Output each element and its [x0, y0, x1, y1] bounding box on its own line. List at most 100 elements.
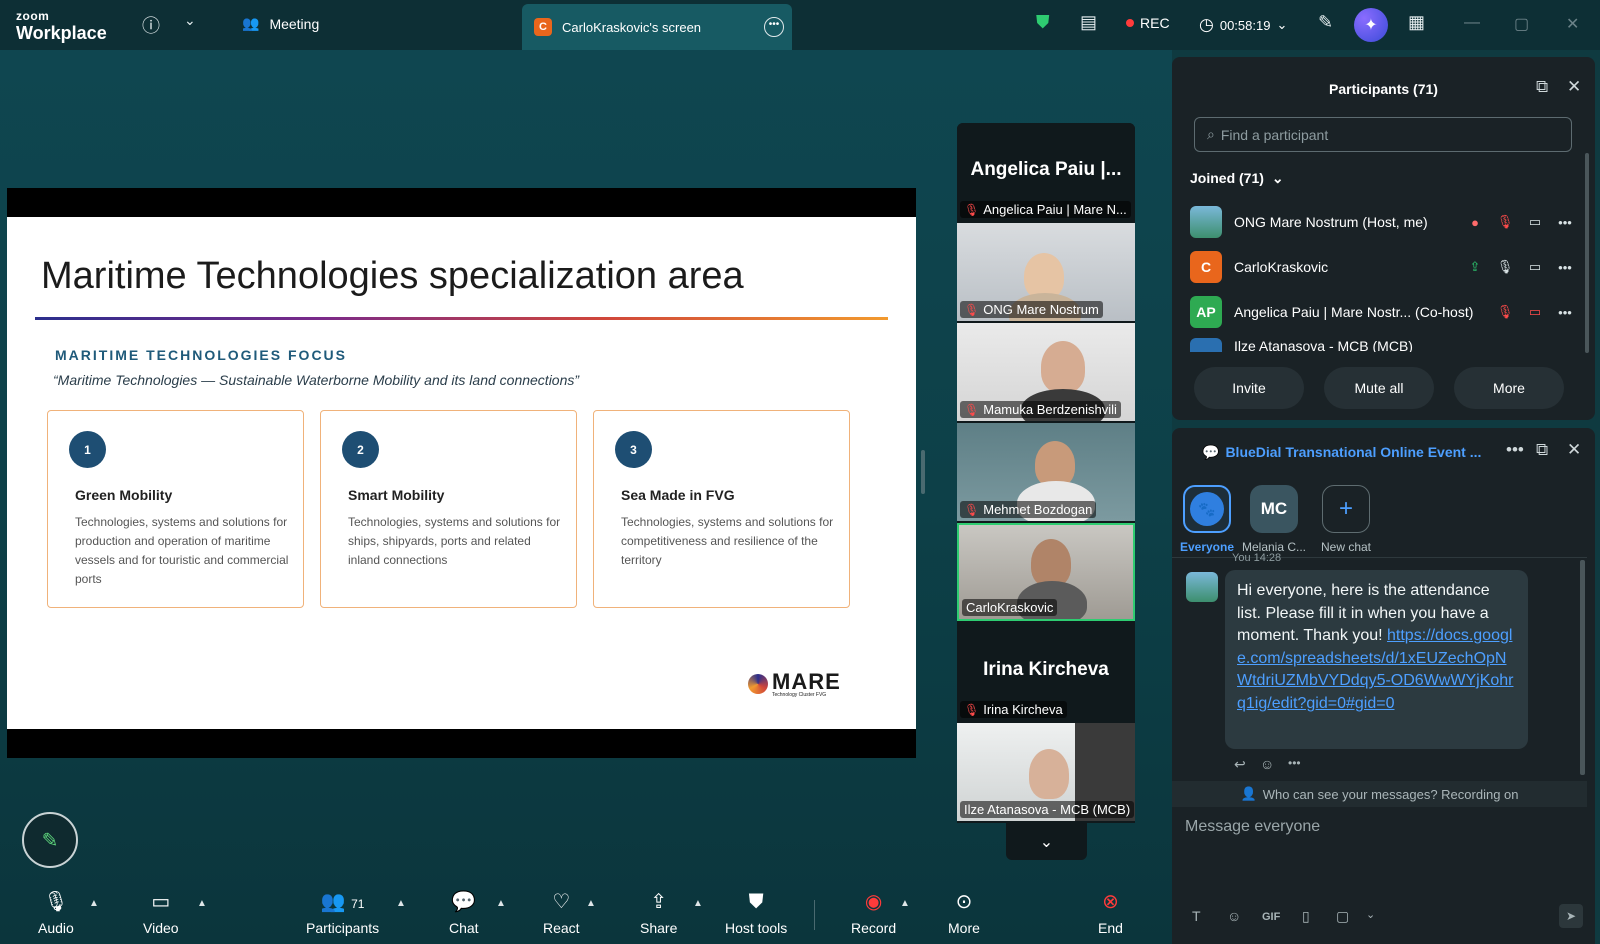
audio-button[interactable]: 🎙 Audio: [38, 890, 74, 936]
more-icon[interactable]: •••: [1550, 260, 1580, 275]
invite-button[interactable]: Invite: [1194, 367, 1304, 409]
gallery-scroll-down-icon[interactable]: ⌄: [1006, 823, 1087, 860]
more-options-icon[interactable]: •••: [764, 17, 784, 37]
close-window-icon[interactable]: ✕: [1566, 14, 1579, 34]
video-off-icon[interactable]: ▭: [1520, 304, 1550, 320]
participants-options-caret[interactable]: ▲: [396, 898, 406, 909]
meeting-timer[interactable]: ◷ 00:58:19 ⌄: [1199, 15, 1287, 35]
tile-name-tag: CarloKraskovic: [962, 599, 1058, 616]
app-logo: zoom Workplace: [16, 10, 107, 42]
participant-video: [1029, 749, 1069, 799]
video-tile[interactable]: Irina Kircheva 🎙 Irina Kircheva: [957, 623, 1135, 721]
more-button[interactable]: ⊙ More: [948, 890, 980, 936]
video-icon[interactable]: ▭: [1520, 259, 1550, 275]
message-more-icon[interactable]: •••: [1288, 756, 1301, 770]
video-icon[interactable]: ▭: [1520, 214, 1550, 230]
more-options-icon[interactable]: •••: [1506, 440, 1524, 460]
chevron-down-icon[interactable]: ⌄: [1366, 908, 1375, 921]
card-description: Technologies, systems and solutions for …: [348, 515, 561, 567]
close-icon[interactable]: ✕: [1567, 77, 1581, 97]
mute-all-button[interactable]: Mute all: [1324, 367, 1434, 409]
video-tile[interactable]: Angelica Paiu |... 🎙 Angelica Paiu | Mare…: [957, 123, 1135, 221]
chat-tab-everyone[interactable]: 🐾: [1183, 485, 1231, 533]
ai-companion-icon[interactable]: ✦: [1354, 8, 1388, 42]
record-options-caret[interactable]: ▲: [900, 898, 910, 909]
chat-scrollbar[interactable]: [1580, 560, 1585, 775]
emoji-icon[interactable]: ☺: [1227, 908, 1241, 924]
recording-notice[interactable]: 👤 Who can see your messages? Recording o…: [1172, 781, 1587, 807]
minimize-icon[interactable]: —: [1464, 14, 1480, 32]
video-tile[interactable]: 🎙 ONG Mare Nostrum: [957, 223, 1135, 321]
participant-search-input[interactable]: ⌕ Find a participant: [1194, 117, 1572, 152]
mic-muted-icon[interactable]: 🎙: [1490, 304, 1520, 320]
file-icon[interactable]: ▯: [1302, 908, 1310, 925]
participant-row[interactable]: Ilze Atanasova - MCB (MCB): [1190, 338, 1580, 352]
message-input[interactable]: Message everyone: [1185, 818, 1320, 836]
card-number: 1: [69, 431, 106, 468]
participant-row[interactable]: AP Angelica Paiu | Mare Nostr... (Co-hos…: [1190, 293, 1580, 331]
chat-tab-mc[interactable]: MC: [1250, 485, 1298, 533]
tile-name: Mamuka Berdzenishvili: [983, 402, 1117, 417]
close-icon[interactable]: ✕: [1567, 440, 1581, 460]
slide-title: Maritime Technologies specialization are…: [41, 255, 744, 297]
scrollbar[interactable]: [1585, 153, 1589, 353]
clock-icon: ◷: [1199, 15, 1214, 34]
emoji-react-icon[interactable]: ☺: [1260, 756, 1274, 772]
participant-name: Ilze Atanasova - MCB (MCB): [1234, 338, 1413, 352]
heart-icon: ♡: [552, 891, 571, 913]
send-icon[interactable]: ➤: [1559, 904, 1583, 928]
more-icon[interactable]: •••: [1550, 215, 1580, 230]
meeting-menu[interactable]: 👥 Meeting: [242, 15, 319, 32]
audio-label: Audio: [38, 920, 74, 936]
screenshot-icon[interactable]: ▢: [1336, 908, 1349, 925]
new-chat-button[interactable]: +: [1322, 485, 1370, 533]
more-icon[interactable]: •••: [1550, 305, 1580, 320]
card-title: Green Mobility: [75, 487, 173, 503]
participants-more-button[interactable]: More: [1454, 367, 1564, 409]
react-button[interactable]: ♡ React: [543, 890, 580, 936]
participant-row[interactable]: ONG Mare Nostrum (Host, me) ● 🎙 ▭ •••: [1190, 203, 1580, 241]
notes-icon[interactable]: ▤: [1080, 12, 1097, 33]
video-tile-active-speaker[interactable]: CarloKraskovic: [957, 523, 1135, 621]
info-icon[interactable]: ⓘ: [142, 12, 160, 38]
popout-icon[interactable]: ⧉: [1536, 440, 1548, 460]
chat-title[interactable]: 💬 BlueDial Transnational Online Event ..…: [1202, 444, 1481, 461]
gif-button[interactable]: GIF: [1262, 911, 1280, 923]
host-tools-label: Host tools: [725, 920, 788, 936]
mic-icon[interactable]: 🎙: [1490, 259, 1520, 275]
video-options-caret[interactable]: ▲: [197, 898, 207, 909]
chevron-down-icon[interactable]: ⌄: [184, 12, 196, 29]
participants-button[interactable]: 👥 71 Participants: [306, 890, 379, 936]
end-meeting-button[interactable]: ⊗ End: [1098, 890, 1123, 936]
share-options-caret[interactable]: ▲: [693, 898, 703, 909]
layout-icon[interactable]: ▦: [1408, 12, 1425, 33]
participant-name: ONG Mare Nostrum (Host, me): [1234, 214, 1428, 230]
reply-icon[interactable]: ↩: [1234, 756, 1246, 773]
shield-check-icon[interactable]: ⛊: [1036, 12, 1050, 33]
tile-name-tag: 🎙 Angelica Paiu | Mare N...: [960, 201, 1131, 218]
maximize-icon[interactable]: ▢: [1514, 14, 1529, 34]
video-tile[interactable]: Ilze Atanasova - MCB (MCB): [957, 723, 1135, 821]
joined-section-toggle[interactable]: Joined (71) ⌄: [1190, 170, 1284, 187]
text-format-icon[interactable]: T: [1192, 908, 1201, 924]
record-button[interactable]: ◉ Record: [851, 890, 896, 936]
participant-row[interactable]: C CarloKraskovic ⇪ 🎙 ▭ •••: [1190, 248, 1580, 286]
mic-muted-icon[interactable]: 🎙: [1490, 214, 1520, 230]
chat-button[interactable]: 💬 Chat: [449, 890, 479, 936]
chat-options-caret[interactable]: ▲: [496, 898, 506, 909]
popout-icon[interactable]: ⧉: [1536, 77, 1548, 97]
annotate-icon[interactable]: ✎: [1318, 12, 1333, 33]
react-options-caret[interactable]: ▲: [586, 898, 596, 909]
host-tools-button[interactable]: ⛊ Host tools: [725, 890, 787, 936]
annotation-pen-button[interactable]: ✎: [22, 812, 78, 868]
audio-options-caret[interactable]: ▲: [89, 898, 99, 909]
screen-share-tab[interactable]: C CarloKraskovic's screen •••: [522, 4, 792, 50]
resize-handle[interactable]: [921, 450, 925, 494]
video-tile[interactable]: 🎙 Mamuka Berdzenishvili: [957, 323, 1135, 421]
video-tile[interactable]: 🎙 Mehmet Bozdogan: [957, 423, 1135, 521]
share-button[interactable]: ⇪ Share: [640, 890, 677, 936]
recording-indicator[interactable]: REC: [1126, 15, 1170, 31]
video-button[interactable]: ▭ Video: [143, 890, 179, 936]
end-label: End: [1098, 920, 1123, 936]
avatar: [1190, 338, 1222, 352]
